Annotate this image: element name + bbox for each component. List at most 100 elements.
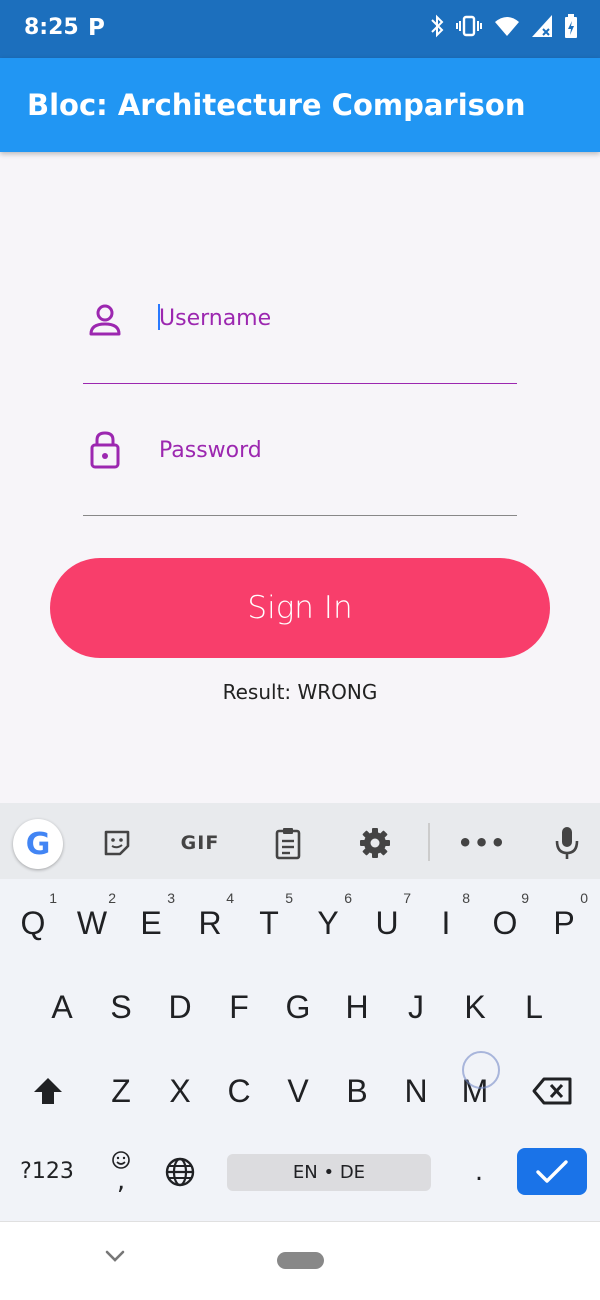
enter-key[interactable] — [517, 1148, 587, 1195]
key-e[interactable]: E3 — [123, 888, 179, 958]
nav-home-pill[interactable] — [277, 1252, 324, 1269]
key-label: P — [553, 904, 575, 941]
key-label: Q — [20, 904, 46, 941]
key-hint: 6 — [344, 890, 352, 906]
key-label: U — [375, 904, 399, 941]
clipboard-button[interactable] — [266, 823, 310, 863]
key-j[interactable]: J — [388, 972, 444, 1042]
key-hint: 1 — [49, 890, 57, 906]
shift-key[interactable] — [18, 1056, 78, 1126]
key-w[interactable]: W2 — [64, 888, 120, 958]
key-x[interactable]: X — [152, 1056, 208, 1126]
soft-keyboard: G GIF ••• Q1 W2 E3 R4 T5 Y6 U7 I8 O9 P0 … — [0, 803, 600, 1221]
gif-icon: GIF — [180, 832, 220, 854]
app-title: Bloc: Architecture Comparison ... — [27, 88, 527, 122]
sign-in-button[interactable]: Sign In — [50, 558, 550, 658]
key-o[interactable]: O9 — [477, 888, 533, 958]
key-hint: 9 — [521, 890, 529, 906]
key-s[interactable]: S — [93, 972, 149, 1042]
key-u[interactable]: U7 — [359, 888, 415, 958]
username-underline — [83, 383, 517, 384]
key-v[interactable]: V — [270, 1056, 326, 1126]
key-label: O — [492, 904, 518, 941]
comma-label: , — [116, 1166, 126, 1196]
mic-button[interactable] — [545, 823, 589, 863]
password-field[interactable] — [83, 428, 517, 528]
space-key[interactable]: EN • DE — [227, 1154, 431, 1191]
settings-icon — [360, 828, 390, 858]
key-y[interactable]: Y6 — [300, 888, 356, 958]
signal-icon — [532, 15, 552, 37]
globe-icon — [165, 1157, 195, 1186]
key-r[interactable]: R4 — [182, 888, 238, 958]
key-hint: 3 — [167, 890, 175, 906]
navigation-bar — [0, 1221, 600, 1300]
parking-app-icon: P — [88, 15, 105, 41]
result-text: Result: WRONG — [222, 680, 378, 704]
clipboard-icon — [275, 828, 301, 860]
touch-indicator — [462, 1051, 500, 1089]
gif-button[interactable]: GIF — [178, 823, 222, 863]
settings-button[interactable] — [353, 823, 397, 863]
status-time: 8:25 — [24, 15, 79, 40]
key-g[interactable]: G — [270, 972, 326, 1042]
key-hint: 4 — [226, 890, 234, 906]
battery-icon — [565, 14, 577, 38]
emoji-comma-key[interactable]: , — [98, 1143, 144, 1199]
backspace-icon — [532, 1077, 572, 1105]
key-l[interactable]: L — [506, 972, 562, 1042]
key-label: I — [441, 904, 451, 941]
key-label: W — [76, 904, 108, 941]
key-f[interactable]: F — [211, 972, 267, 1042]
key-label: E — [140, 904, 162, 941]
key-hint: 7 — [403, 890, 411, 906]
username-input[interactable] — [159, 296, 499, 340]
google-icon: G — [25, 826, 51, 862]
key-hint: 2 — [108, 890, 116, 906]
key-d[interactable]: D — [152, 972, 208, 1042]
language-key[interactable] — [157, 1148, 203, 1195]
keyboard-toolbar: G GIF ••• — [0, 803, 600, 879]
key-a[interactable]: A — [34, 972, 90, 1042]
nav-back-button[interactable] — [104, 1248, 126, 1267]
key-t[interactable]: T5 — [241, 888, 297, 958]
wifi-icon — [495, 17, 519, 36]
more-button[interactable]: ••• — [457, 823, 507, 863]
key-label: R — [198, 904, 222, 941]
toolbar-divider — [428, 823, 430, 861]
sticker-button[interactable] — [95, 823, 139, 863]
shift-icon — [34, 1078, 62, 1104]
key-label: T — [259, 904, 279, 941]
backspace-key[interactable] — [522, 1056, 582, 1126]
key-c[interactable]: C — [211, 1056, 267, 1126]
key-hint: 5 — [285, 890, 293, 906]
google-button[interactable]: G — [13, 819, 63, 869]
lock-icon — [87, 430, 123, 474]
key-hint: 8 — [462, 890, 470, 906]
key-b[interactable]: B — [329, 1056, 385, 1126]
key-p[interactable]: P0 — [536, 888, 592, 958]
key-label: Y — [317, 904, 339, 941]
bluetooth-icon — [431, 14, 444, 38]
period-key[interactable]: . — [456, 1148, 502, 1195]
username-field[interactable] — [83, 296, 517, 396]
key-h[interactable]: H — [329, 972, 385, 1042]
key-i[interactable]: I8 — [418, 888, 474, 958]
password-underline — [83, 515, 517, 516]
key-q[interactable]: Q1 — [5, 888, 61, 958]
password-input[interactable] — [159, 428, 499, 472]
person-icon — [87, 302, 123, 342]
chevron-down-icon — [105, 1250, 125, 1262]
sticker-icon — [104, 830, 130, 856]
app-bar: Bloc: Architecture Comparison ... — [0, 58, 600, 152]
status-bar: 8:25 P — [0, 0, 600, 58]
key-k[interactable]: K — [447, 972, 503, 1042]
more-icon: ••• — [457, 829, 507, 857]
key-z[interactable]: Z — [93, 1056, 149, 1126]
check-icon — [536, 1159, 568, 1183]
vibrate-icon — [456, 15, 482, 37]
mic-icon — [555, 827, 579, 859]
key-n[interactable]: N — [388, 1056, 444, 1126]
symbols-key[interactable]: ?123 — [12, 1148, 82, 1195]
status-icons — [430, 14, 578, 38]
